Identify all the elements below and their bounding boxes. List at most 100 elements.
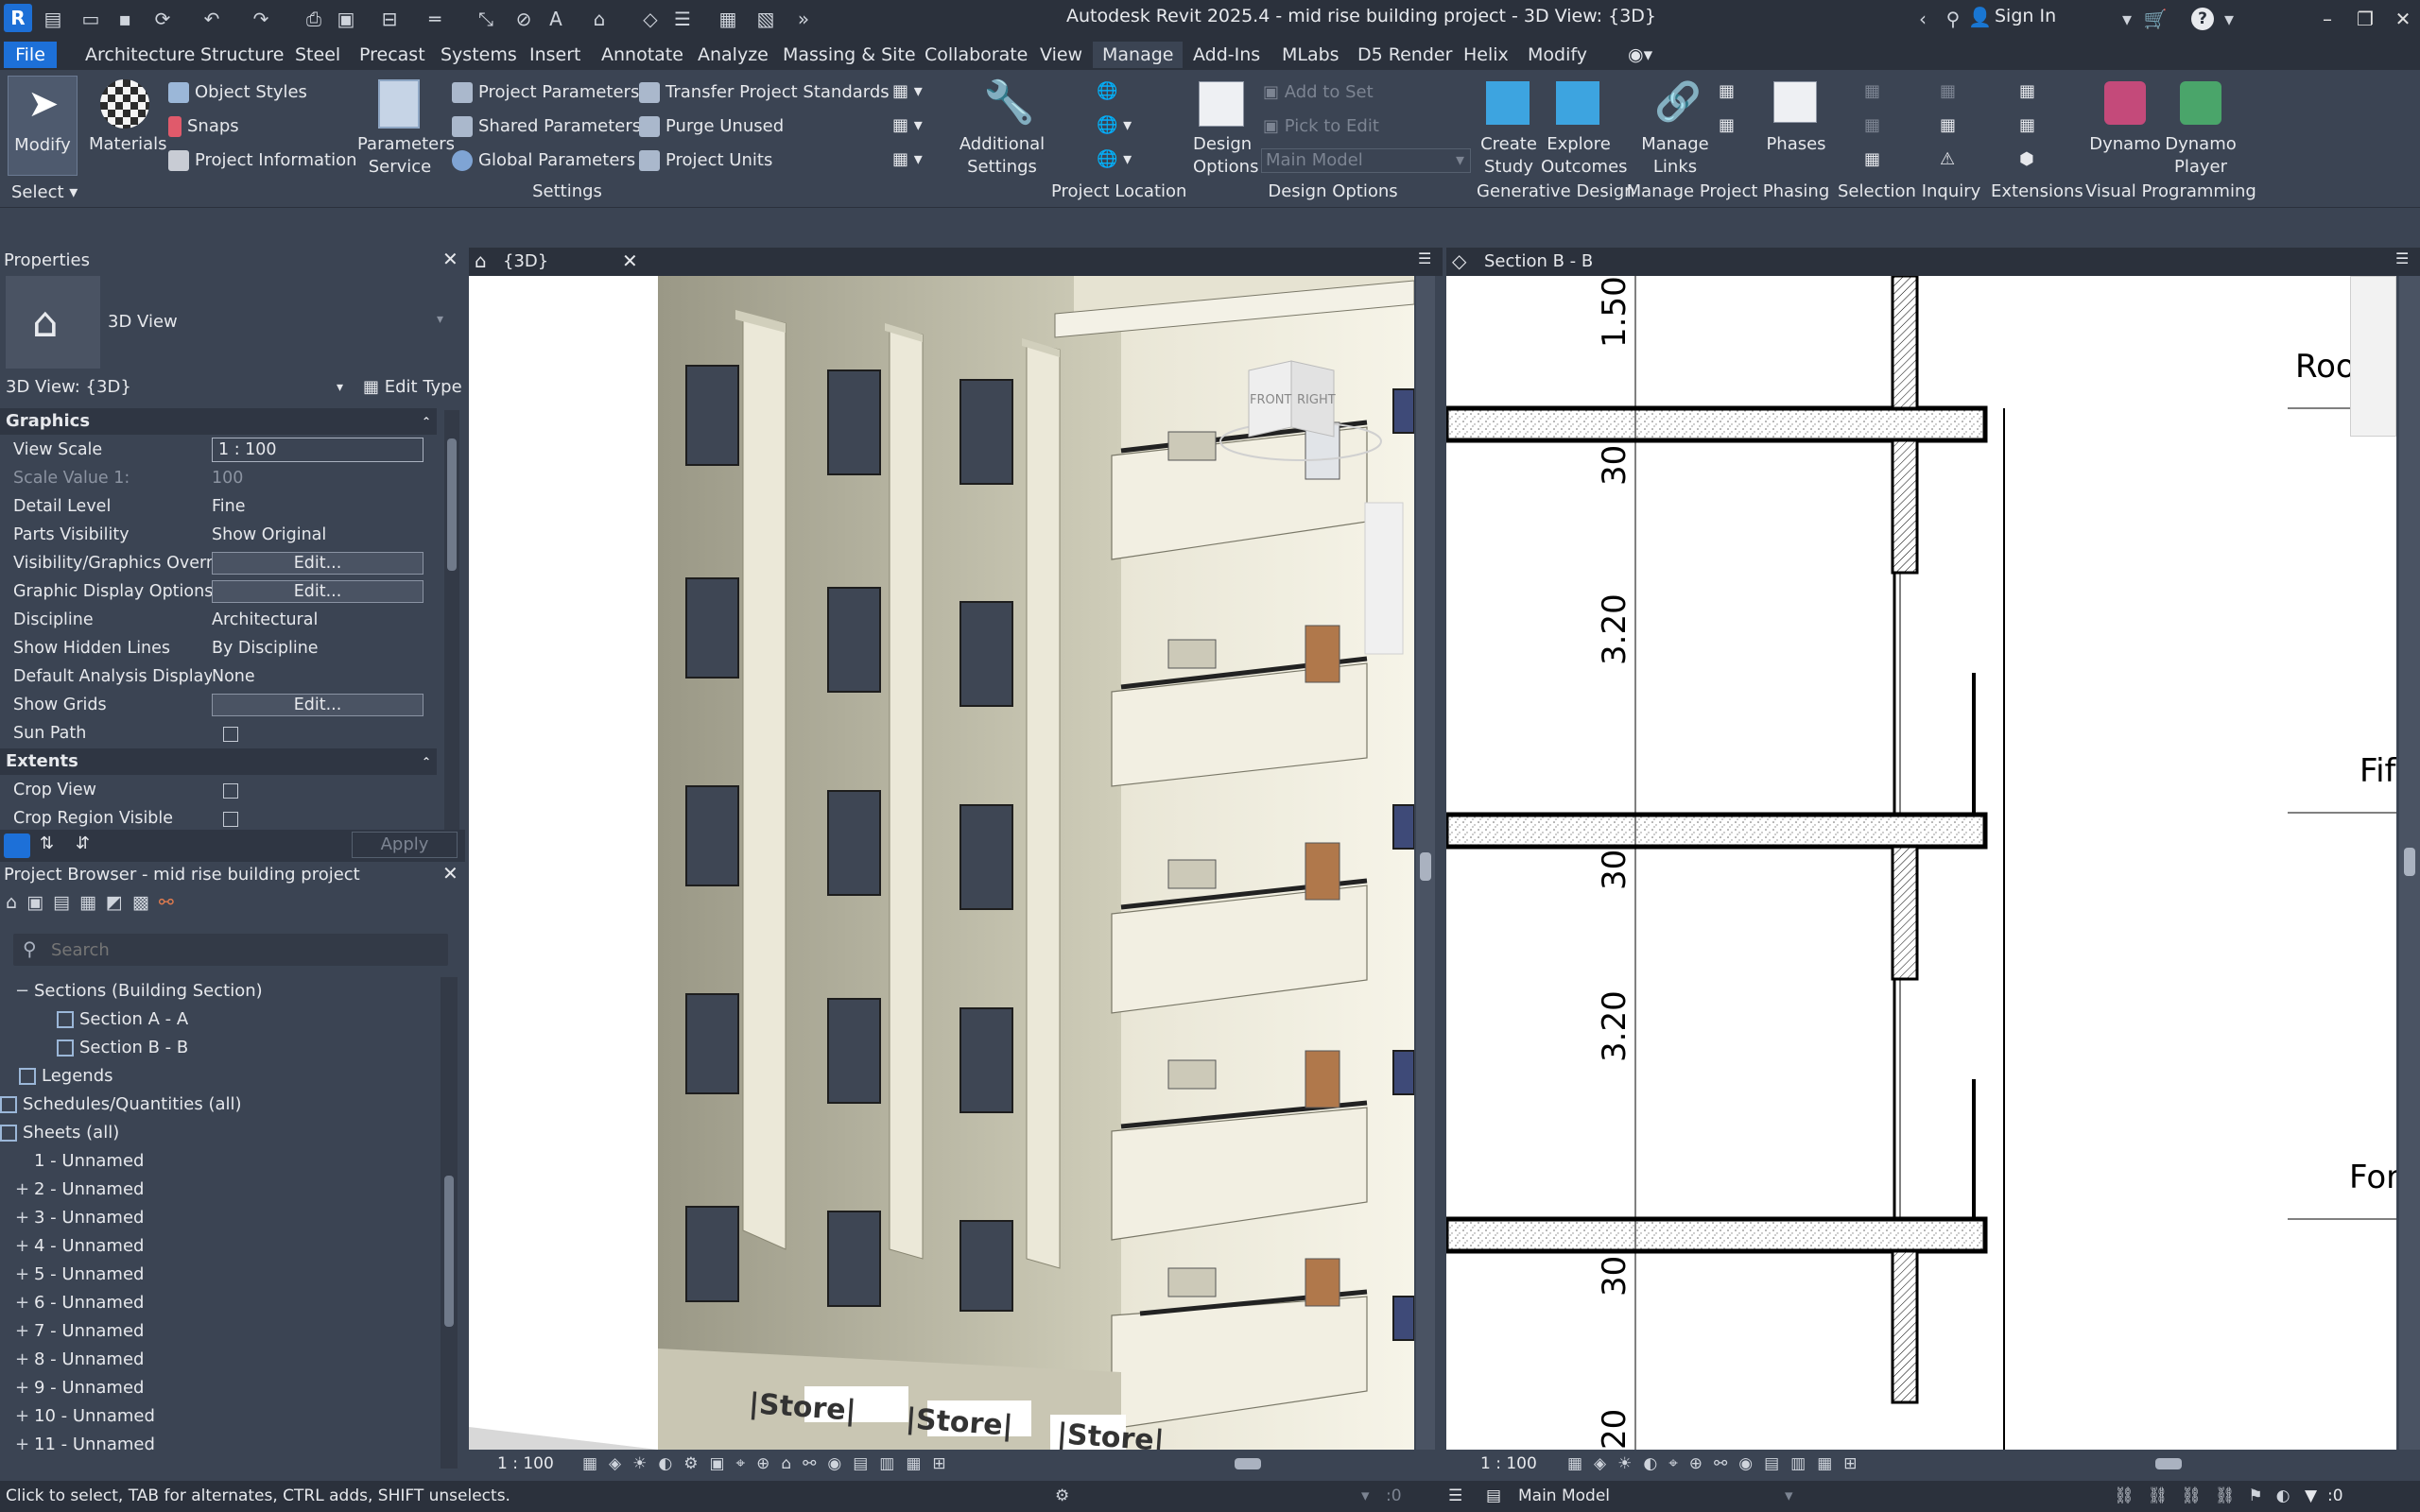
editing-requests-count[interactable]: :0 xyxy=(1386,1481,1402,1512)
additional-settings-button[interactable]: 🔧 Additional Settings xyxy=(955,76,1049,181)
browser-tree-item[interactable]: +3 - Unnamed xyxy=(0,1204,441,1232)
scroll-thumb[interactable] xyxy=(2404,848,2415,876)
vg-edit-button[interactable]: Edit... xyxy=(212,552,424,575)
tab-structure[interactable]: Structure xyxy=(191,42,293,68)
global-parameters-button[interactable]: Global Parameters xyxy=(452,150,635,171)
dynamo-button[interactable]: Dynamo xyxy=(2087,76,2163,181)
dimension-icon[interactable]: ⤡ xyxy=(473,6,499,32)
tab-systems[interactable]: Systems xyxy=(431,42,527,68)
browser-tree-item[interactable]: +Schedules/Quantities (all) xyxy=(0,1091,441,1119)
section-view-vertical-scrollbar[interactable] xyxy=(2399,276,2420,1450)
prop-row-crop-region-visible[interactable]: Crop Region Visible xyxy=(8,804,444,829)
tab-manage[interactable]: Manage xyxy=(1093,42,1184,68)
tree-toggle-icon[interactable]: + xyxy=(15,1431,29,1459)
close-view-icon[interactable]: ✕ xyxy=(622,249,638,272)
tree-toggle-icon[interactable]: − xyxy=(15,977,29,1005)
type-dropdown-icon[interactable]: ▾ xyxy=(437,312,443,327)
revit-logo[interactable]: R xyxy=(4,4,32,32)
sort-az-icon[interactable]: ⇅ xyxy=(40,833,54,853)
3d-view-vertical-scrollbar[interactable] xyxy=(1416,276,1435,1450)
measure-icon[interactable]: ⊟ xyxy=(376,6,403,32)
home-icon[interactable]: ▤ xyxy=(40,6,66,32)
section-navigation-bar[interactable] xyxy=(2350,276,2396,437)
browser-links-icon[interactable]: ⚯ xyxy=(159,892,183,913)
viewcube-right-label[interactable]: RIGHT xyxy=(1297,393,1336,407)
design-options-icon[interactable]: ☰ xyxy=(1448,1481,1462,1512)
3d-view-icon[interactable]: ⌂ xyxy=(586,6,613,32)
browser-tree-item[interactable]: +8 - Unnamed xyxy=(0,1346,441,1374)
browser-scrollbar[interactable] xyxy=(441,977,458,1469)
selection-toggle-icons[interactable]: ⛓⛓⛓⛓⚑◐ xyxy=(2114,1481,2303,1512)
snaps-button[interactable]: Snaps xyxy=(168,116,239,137)
ids-of-selection-button[interactable]: ▦ xyxy=(1940,81,1956,101)
3d-viewport[interactable]: FRONT RIGHT |Store| |Store| |Store| xyxy=(469,276,1414,1450)
browser-views-icon[interactable]: ▣ xyxy=(26,892,53,913)
browser-tree-item[interactable]: − Sections (Building Section) xyxy=(0,977,441,1005)
active-design-option-icon[interactable]: ▤ xyxy=(1486,1481,1501,1512)
tab-steel[interactable]: Steel xyxy=(285,42,350,68)
extension-3-button[interactable]: ⬢ xyxy=(2019,149,2034,169)
extension-2-button[interactable]: ▦ xyxy=(2019,115,2035,135)
browser-tree-item[interactable]: +4 - Unnamed xyxy=(0,1232,441,1261)
project-units-button[interactable]: Project Units xyxy=(639,150,772,171)
browser-tree-item[interactable]: −Sheets (all) xyxy=(0,1119,441,1147)
tab-modify[interactable]: Modify xyxy=(1518,42,1597,68)
filter-icon[interactable]: ▼ xyxy=(2305,1481,2317,1512)
browser-tree-item[interactable]: +6 - Unnamed xyxy=(0,1289,441,1317)
prop-row-view-scale[interactable]: View Scale 1 : 100 xyxy=(8,436,444,464)
autodesk-account-icon[interactable]: ⚲ xyxy=(1940,6,1966,32)
extension-1-button[interactable]: ▦ xyxy=(2019,81,2035,101)
prop-row-graphic-display[interactable]: Graphic Display Options Edit... xyxy=(8,577,444,606)
create-study-button[interactable]: Create Study xyxy=(1477,76,1541,181)
tab-massing-site[interactable]: Massing & Site xyxy=(773,42,925,68)
view-menu-icon[interactable]: ☰ xyxy=(1418,249,1431,267)
tree-toggle-icon[interactable]: + xyxy=(15,1346,29,1374)
crop-region-checkbox[interactable] xyxy=(223,812,238,827)
warnings-button[interactable]: ⚠ xyxy=(1940,149,1955,169)
sync-icon[interactable]: ⟳ xyxy=(149,6,176,32)
undo-icon[interactable]: ↶ xyxy=(199,6,225,32)
additional-dropdown-1[interactable]: ▦ ▾ xyxy=(892,81,923,101)
view-control-icons[interactable]: ▦◈☀◐⚙▣⌖⊕⌂⚯◉▤▥▦⊞ xyxy=(582,1450,958,1478)
browser-tree-item[interactable]: +2 - Unnamed xyxy=(0,1176,441,1204)
thin-lines-icon[interactable]: ☰ xyxy=(669,6,696,32)
select-by-id-button[interactable]: ▦ xyxy=(1940,115,1956,135)
browser-tree-item[interactable]: +10 - Unnamed xyxy=(0,1402,441,1431)
section-view-scale[interactable]: 1 : 100 xyxy=(1480,1450,1537,1478)
tree-toggle-icon[interactable]: + xyxy=(15,1232,29,1261)
section-icon[interactable]: ◇ xyxy=(637,6,664,32)
browser-sheets-icon[interactable]: ▤ xyxy=(53,892,79,913)
open-icon[interactable]: ▭ xyxy=(78,6,104,32)
view-control-icons[interactable]: ▦◈☀◐⌖⊕⚯◉▤▥▦⊞ xyxy=(1567,1450,1869,1478)
graphics-section-header[interactable]: Graphics ⌃ xyxy=(0,408,437,435)
browser-tree-item[interactable]: Legends xyxy=(0,1062,441,1091)
tab-annotate[interactable]: Annotate xyxy=(592,42,693,68)
restore-button[interactable]: ❐ xyxy=(2348,4,2382,34)
shared-parameters-button[interactable]: Shared Parameters xyxy=(452,116,641,137)
browser-tree-item[interactable]: +9 - Unnamed xyxy=(0,1374,441,1402)
browser-home-icon[interactable]: ⌂ xyxy=(6,892,26,913)
starting-view-button[interactable]: ▦ xyxy=(1719,115,1735,135)
save-icon[interactable]: ▪ xyxy=(112,6,138,32)
signin-dropdown-icon[interactable]: ▾ xyxy=(2114,6,2140,32)
browser-search-box[interactable]: ⚲ xyxy=(13,934,448,966)
minimize-button[interactable]: – xyxy=(2310,4,2344,34)
save-selection-button[interactable]: ▦ xyxy=(1864,81,1880,101)
3d-horizontal-scroll-thumb[interactable] xyxy=(1235,1458,1261,1469)
browser-tree-item[interactable]: +11 - Unnamed xyxy=(0,1431,441,1459)
model-dropdown[interactable]: ▾ xyxy=(1785,1481,1793,1512)
project-information-button[interactable]: Project Information xyxy=(168,150,357,171)
browser-tree-item[interactable]: Section A - A xyxy=(0,1005,441,1034)
extents-section-header[interactable]: Extents ⌃ xyxy=(0,748,437,775)
show-grids-edit-button[interactable]: Edit... xyxy=(212,694,424,716)
additional-dropdown-3[interactable]: ▦ ▾ xyxy=(892,149,923,169)
browser-tree-item[interactable]: +7 - Unnamed xyxy=(0,1317,441,1346)
sort-za-icon[interactable]: ⇵ xyxy=(76,833,90,853)
tab-collaborate[interactable]: Collaborate xyxy=(915,42,1037,68)
scroll-thumb[interactable] xyxy=(447,438,457,571)
sun-path-checkbox[interactable] xyxy=(223,727,238,742)
tab-mlabs[interactable]: MLabs xyxy=(1272,42,1349,68)
tree-toggle-icon[interactable]: + xyxy=(15,1261,29,1289)
design-option-select[interactable]: Main Model ▾ xyxy=(1261,148,1471,173)
prop-row-hidden-lines[interactable]: Show Hidden Lines By Discipline xyxy=(8,634,444,662)
